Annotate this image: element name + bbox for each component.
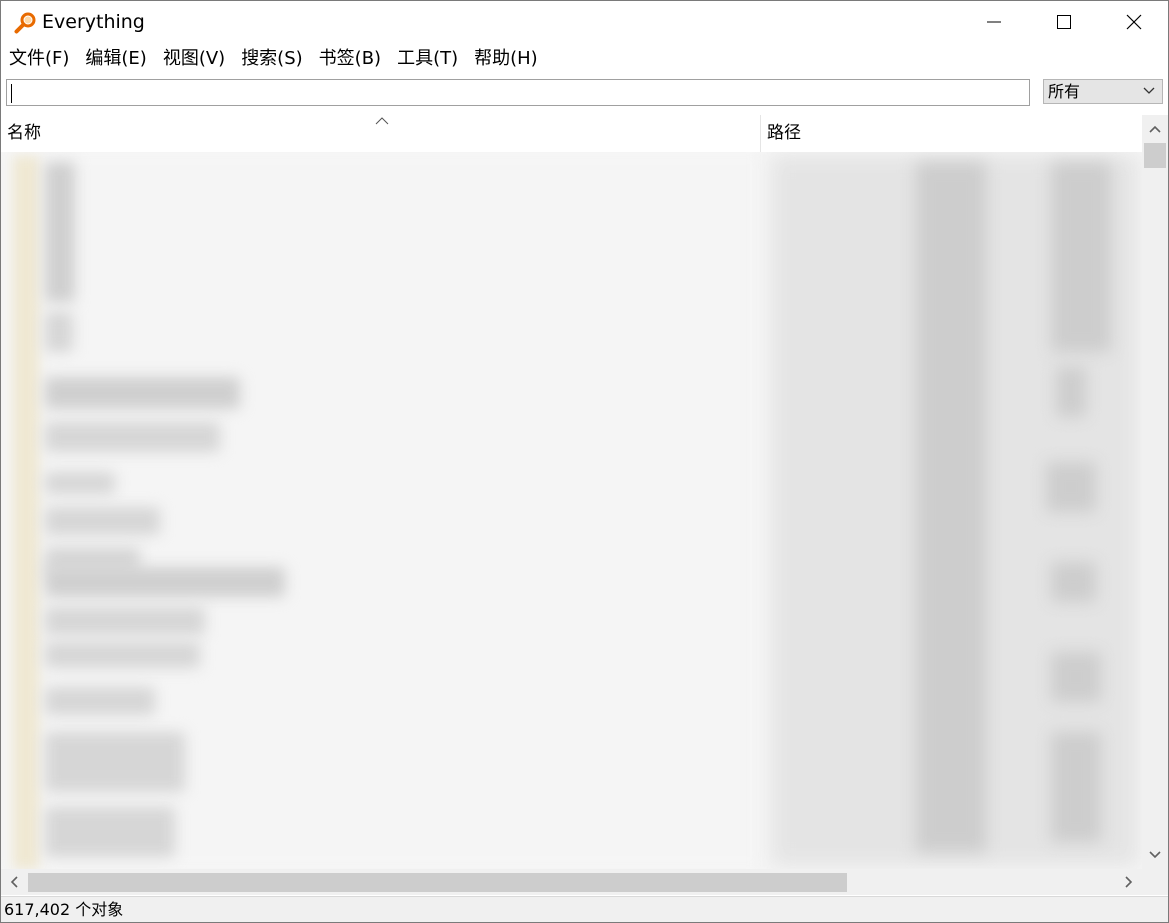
sort-ascending-icon [375, 117, 389, 125]
scroll-down-button[interactable] [1142, 841, 1168, 869]
blurred-row [45, 422, 220, 452]
blurred-row [45, 507, 160, 535]
scroll-right-button[interactable] [1116, 869, 1142, 895]
vertical-scrollbar[interactable] [1142, 115, 1168, 869]
scroll-left-button[interactable] [1, 869, 27, 895]
blurred-row [45, 807, 175, 857]
object-count: 617,402 个对象 [4, 900, 124, 919]
blurred-row [45, 567, 285, 597]
blurred-path [1046, 462, 1096, 512]
title-bar[interactable]: Everything [1, 1, 1168, 43]
column-header-path[interactable]: 路径 [762, 115, 1142, 152]
blurred-row [45, 607, 205, 635]
chevron-right-icon [1125, 876, 1133, 888]
maximize-icon [1057, 15, 1071, 29]
column-header-name-label: 名称 [7, 123, 41, 143]
column-header-row: 名称 路径 [1, 115, 1142, 152]
blurred-path [1056, 367, 1086, 417]
minimize-button[interactable] [960, 1, 1028, 43]
menu-bookmarks[interactable]: 书签(B) [311, 44, 389, 74]
minimize-icon [987, 21, 1001, 23]
status-bar: 617,402 个对象 [1, 896, 1168, 922]
app-window: Everything 文件(F) 编辑(E) 视图(V) 搜索(S) 书签(B)… [0, 0, 1169, 923]
menu-tools[interactable]: 工具(T) [389, 44, 466, 74]
filter-dropdown[interactable]: 所有 [1043, 79, 1163, 104]
menu-help[interactable]: 帮助(H) [466, 44, 546, 74]
blurred-path [1051, 732, 1101, 842]
menu-file[interactable]: 文件(F) [1, 44, 77, 74]
chevron-down-icon [1149, 851, 1161, 859]
blurred-row [45, 687, 155, 715]
blurred-path [1051, 652, 1101, 702]
maximize-button[interactable] [1030, 1, 1098, 43]
search-bar: 所有 [1, 76, 1168, 114]
menu-view[interactable]: 视图(V) [155, 44, 233, 74]
close-button[interactable] [1100, 1, 1168, 43]
menu-bar: 文件(F) 编辑(E) 视图(V) 搜索(S) 书签(B) 工具(T) 帮助(H… [1, 44, 1168, 74]
blurred-row [45, 162, 75, 302]
file-icon-column [13, 156, 39, 869]
blurred-row [45, 472, 115, 494]
blurred-row [45, 312, 73, 352]
blurred-path [1051, 162, 1111, 352]
text-cursor [11, 84, 12, 103]
chevron-up-icon [1149, 125, 1161, 133]
magnifier-icon [13, 11, 37, 35]
blurred-row [45, 732, 185, 792]
column-header-name[interactable]: 名称 [1, 115, 760, 152]
blurred-path [916, 162, 986, 852]
scroll-up-button[interactable] [1142, 115, 1168, 143]
results-list[interactable] [1, 152, 1142, 869]
blurred-row [45, 642, 200, 668]
column-header-path-label: 路径 [767, 123, 801, 143]
filter-selected-value: 所有 [1048, 82, 1081, 101]
vertical-scroll-thumb[interactable] [1144, 143, 1166, 168]
scrollbar-corner [1142, 869, 1168, 895]
chevron-left-icon [10, 876, 18, 888]
menu-edit[interactable]: 编辑(E) [77, 44, 154, 74]
column-divider[interactable] [760, 115, 761, 152]
close-icon [1126, 14, 1142, 30]
menu-search[interactable]: 搜索(S) [233, 44, 310, 74]
blurred-row [45, 377, 240, 409]
window-title: Everything [42, 11, 145, 33]
horizontal-scroll-thumb[interactable] [28, 873, 847, 892]
chevron-down-icon [1143, 87, 1155, 94]
search-input[interactable] [6, 79, 1030, 106]
blurred-path [1051, 562, 1096, 602]
horizontal-scrollbar[interactable] [1, 869, 1142, 895]
